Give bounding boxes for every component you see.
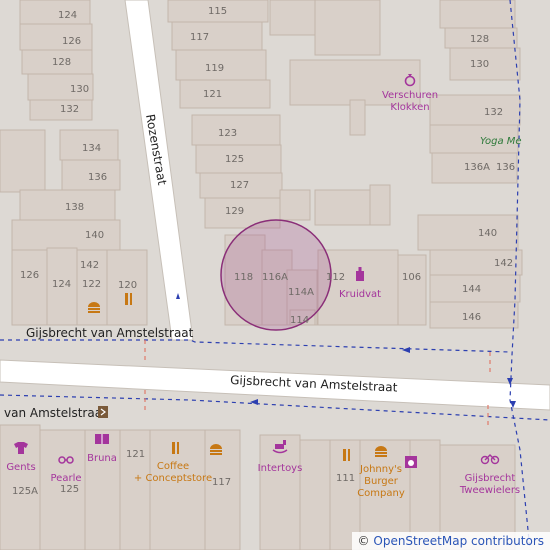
house-number: 138 <box>65 202 84 213</box>
house-number: 126 <box>62 36 81 47</box>
house-number: 128 <box>470 34 489 45</box>
house-number: 124 <box>52 279 71 290</box>
house-number: 136A <box>464 162 490 173</box>
street-label-mid: van Amstelstraat <box>4 406 107 420</box>
house-number: 130 <box>70 84 89 95</box>
house-number: 114A <box>288 287 314 298</box>
house-number: 112 <box>326 272 345 283</box>
house-number: 144 <box>462 284 481 295</box>
house-number: 128 <box>52 57 71 68</box>
house-number: 140 <box>85 230 104 241</box>
house-number: 120 <box>118 280 137 291</box>
osm-contributors-link[interactable]: OpenStreetMap contributors <box>373 534 544 548</box>
poi-label-bruna: Bruna <box>87 453 117 464</box>
house-number: 146 <box>462 312 481 323</box>
house-number: 125 <box>225 154 244 165</box>
house-number: 121 <box>203 89 222 100</box>
poi-label-kruidvat: Kruidvat <box>339 289 381 300</box>
house-number: 126 <box>20 270 39 281</box>
house-number: 118 <box>234 272 253 283</box>
copyright-symbol: © <box>357 534 370 548</box>
poi-label-gijsbrecht-tweewielers: Gijsbrecht Tweewielers <box>459 473 520 496</box>
map-view[interactable]: Gijsbrecht van Amstelstraat Gijsbrecht v… <box>0 0 550 550</box>
house-number: 142 <box>494 258 513 269</box>
map-canvas[interactable]: Gijsbrecht van Amstelstraat Gijsbrecht v… <box>0 0 550 550</box>
house-number: 116A <box>262 272 288 283</box>
house-number: 132 <box>60 104 79 115</box>
poi-label-gents: Gents <box>6 462 35 473</box>
appliance-icon <box>405 456 417 468</box>
poi-label-johnnys: Johnny's Burger Company <box>357 464 405 499</box>
street-label-left: Gijsbrecht van Amstelstraat <box>26 326 194 340</box>
house-number: 122 <box>82 279 101 290</box>
poi-label-pearle: Pearle <box>51 473 82 484</box>
poi-label-yoga: Yoga Me <box>480 136 522 147</box>
house-number: 114 <box>290 315 309 326</box>
house-number: 124 <box>58 10 77 21</box>
house-number: 121 <box>126 449 145 460</box>
house-number: 129 <box>225 206 244 217</box>
poi-label-intertoys: Intertoys <box>258 463 303 474</box>
house-number: 140 <box>478 228 497 239</box>
house-number: 136 <box>496 162 515 173</box>
house-number: 130 <box>470 59 489 70</box>
house-number: 111 <box>336 473 355 484</box>
house-number: 127 <box>230 180 249 191</box>
house-number: 132 <box>484 107 503 118</box>
house-number: 119 <box>205 63 224 74</box>
house-number: 125 <box>60 484 79 495</box>
house-number: 123 <box>218 128 237 139</box>
house-number: 134 <box>82 143 101 154</box>
book-icon <box>95 434 109 444</box>
house-number: 125A <box>12 486 38 497</box>
house-number: 136 <box>88 172 107 183</box>
entrance-icon <box>98 406 108 418</box>
house-number: 115 <box>208 6 227 17</box>
map-attribution: © OpenStreetMap contributors <box>351 532 550 550</box>
house-number: 117 <box>190 32 209 43</box>
house-number: 106 <box>402 272 421 283</box>
house-number: 117 <box>212 477 231 488</box>
house-number: 142 <box>80 260 99 271</box>
